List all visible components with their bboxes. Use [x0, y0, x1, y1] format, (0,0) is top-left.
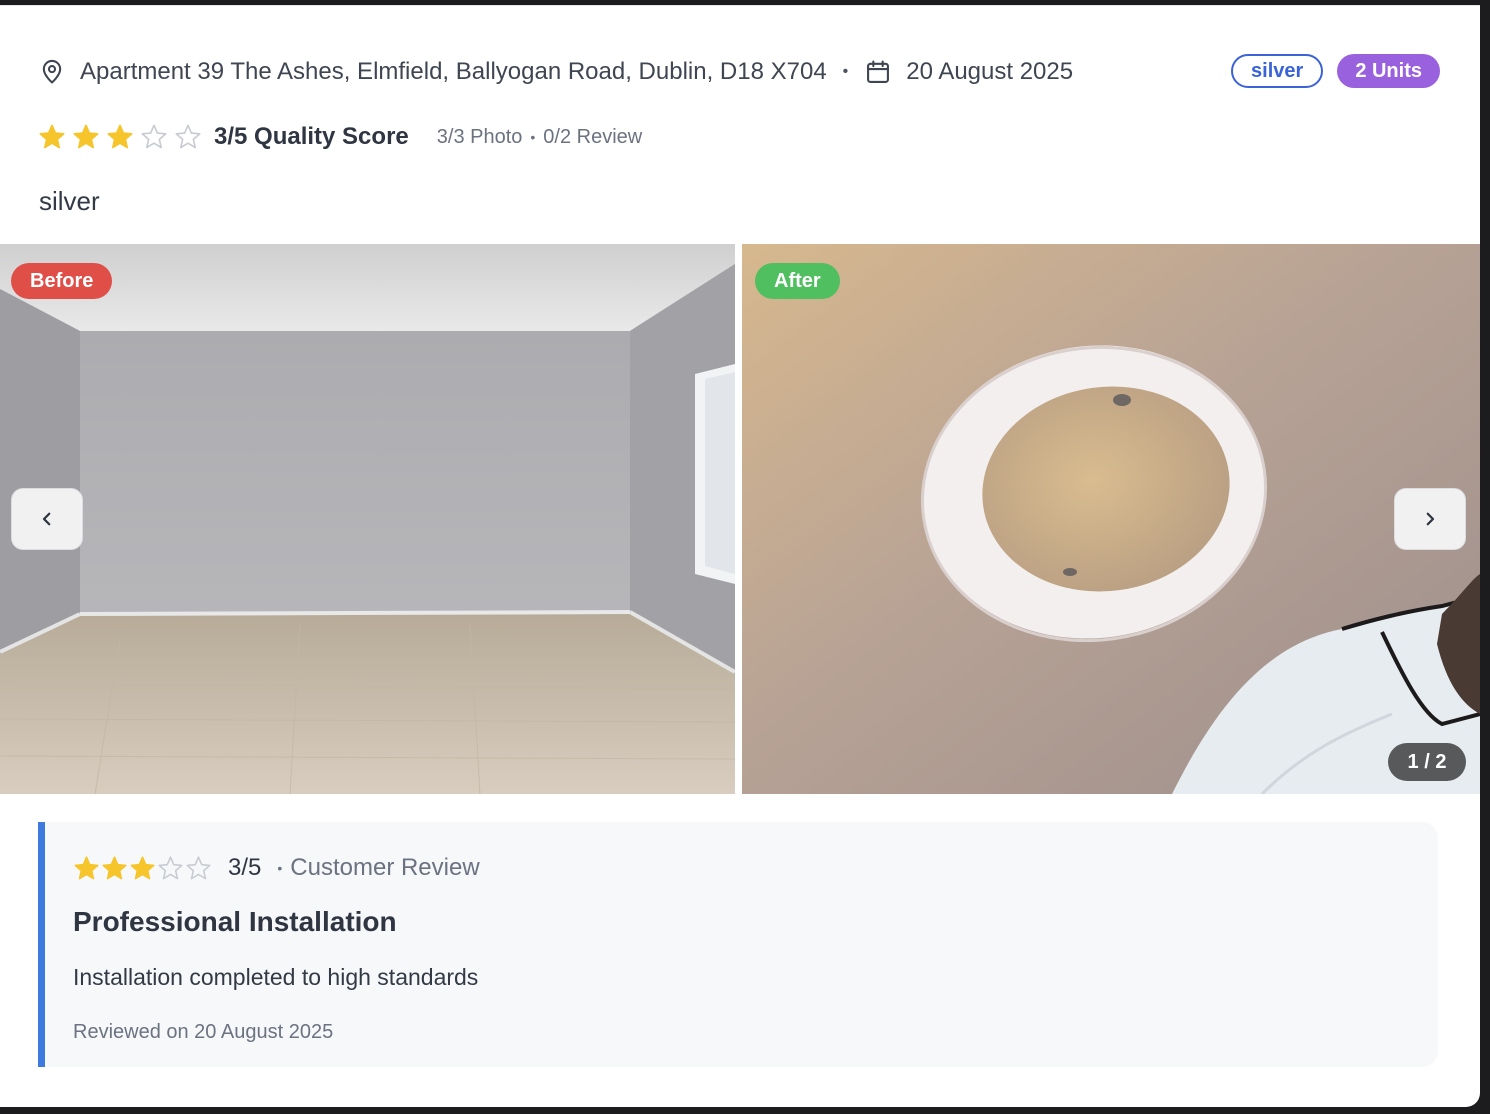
slide-counter: 1 / 2 — [1388, 743, 1466, 781]
separator-dot: • — [842, 63, 849, 80]
quality-score: 3/5 Quality Score — [214, 123, 409, 150]
review-score: 3/5 — [228, 854, 262, 881]
review-header: 3/5 • Customer Review — [73, 850, 480, 886]
after-photo[interactable]: After — [742, 244, 1480, 794]
review-stars — [73, 855, 212, 882]
before-label: Before — [11, 263, 113, 299]
previous-button[interactable] — [11, 488, 83, 550]
badge-group: silver 2 Units — [1231, 54, 1440, 88]
before-photo[interactable]: Before — [0, 244, 735, 794]
chevron-right-icon — [1426, 512, 1435, 526]
star-filled-icon — [107, 124, 133, 149]
photo-gallery: Before After 1 / 2 — [0, 244, 1480, 794]
separator-dot: • — [530, 129, 536, 145]
star-empty-icon — [158, 855, 183, 879]
star-filled-icon — [39, 124, 65, 149]
calendar-icon — [867, 60, 890, 83]
installation-card: Apartment 39 The Ashes, Elmfield, Ballyo… — [0, 5, 1480, 1107]
address-text: Apartment 39 The Ashes, Elmfield, Ballyo… — [80, 58, 827, 85]
review-count: 0/2 Review — [543, 125, 643, 148]
empty-room-image — [0, 244, 735, 794]
listing-meta-row: Apartment 39 The Ashes, Elmfield, Ballyo… — [38, 50, 1440, 94]
downlight-ceiling-image — [742, 244, 1480, 794]
review-type-text: Customer Review — [290, 854, 480, 881]
chevron-left-icon — [42, 512, 51, 526]
units-badge: 2 Units — [1337, 54, 1440, 88]
review-title: Professional Installation — [73, 906, 397, 937]
tier-text: silver — [39, 186, 100, 216]
review-date: Reviewed on 20 August 2025 — [73, 1021, 334, 1043]
star-filled-icon — [102, 855, 127, 879]
tier-badge: silver — [1231, 54, 1324, 88]
quality-stars — [38, 123, 202, 151]
separator-dot: • — [277, 860, 283, 876]
review-type: • Customer Review — [277, 854, 479, 882]
quality-rating-row: 3/5 Quality Score 3/3 Photo • 0/2 Review — [38, 119, 642, 155]
photo-count: 3/3 Photo — [436, 125, 523, 148]
evidence-counts: 3/3 Photo • 0/2 Review — [437, 126, 642, 149]
next-button[interactable] — [1394, 488, 1466, 550]
star-filled-icon — [73, 124, 99, 149]
review-body: Installation completed to high standards — [73, 964, 479, 990]
date: 20 August 2025 — [864, 58, 1073, 86]
star-filled-icon — [74, 855, 99, 879]
customer-review: 3/5 • Customer Review Professional Insta… — [38, 822, 1438, 1067]
star-empty-icon — [175, 124, 201, 149]
star-filled-icon — [130, 855, 155, 879]
date-text: 20 August 2025 — [906, 58, 1074, 85]
star-empty-icon — [141, 124, 167, 149]
star-empty-icon — [186, 855, 211, 879]
location-pin-icon — [42, 59, 62, 84]
address: Apartment 39 The Ashes, Elmfield, Ballyo… — [38, 58, 827, 86]
after-label: After — [755, 263, 840, 299]
